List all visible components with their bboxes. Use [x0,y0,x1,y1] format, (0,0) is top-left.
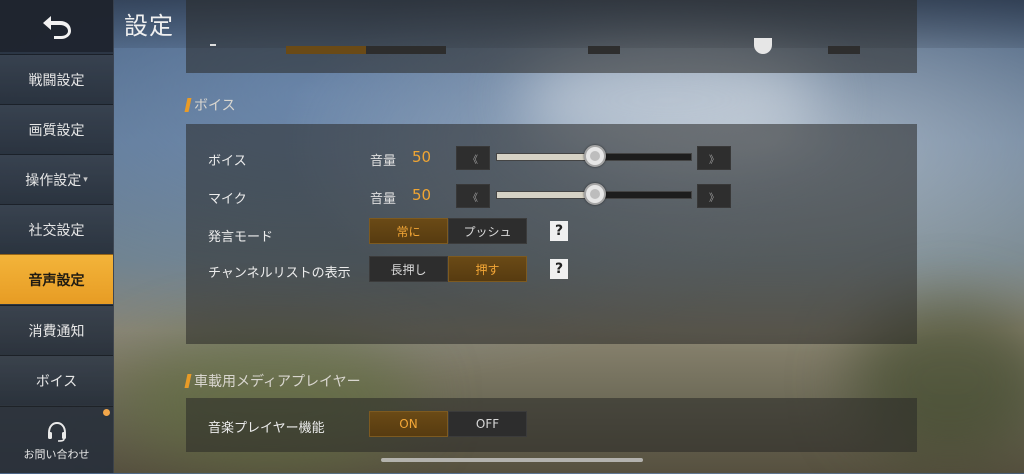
channel-list-press-option[interactable]: 押す [448,256,527,282]
notification-badge [103,409,110,416]
voice-increase-button[interactable]: 》 [697,146,731,170]
sidebar-item-label: 音声設定 [28,272,85,289]
mic-volume-label: 音量 [370,192,397,207]
sidebar-item-social[interactable]: 社交設定 [0,204,113,254]
speak-mode-label: 発言モード [208,230,274,245]
voice-label: ボイス [208,154,247,169]
section-marker [184,374,192,388]
channel-list-long-press-option[interactable]: 長押し [369,256,448,282]
mic-decrease-button[interactable]: 《 [456,184,490,208]
chevron-left-icon: 《 [468,154,478,166]
section-title-voice: ボイス [184,95,236,115]
speak-mode-always-option[interactable]: 常に [369,218,448,244]
mic-increase-button[interactable]: 》 [697,184,731,208]
contact-button[interactable]: お問い合わせ [0,406,113,474]
speak-mode-toggle: 常に プッシュ [369,218,527,244]
back-arrow-icon [42,16,71,39]
mic-label: マイク [208,192,247,207]
music-player-on-option[interactable]: ON [369,411,448,437]
help-icon[interactable]: ? [550,221,568,241]
chevron-right-icon: 》 [709,154,719,166]
sidebar-item-voice[interactable]: ボイス [0,355,113,405]
mic-slider-thumb[interactable] [584,183,606,205]
channel-list-label: チャンネルリストの表示 [208,266,351,281]
sidebar-item-label: 社交設定 [28,222,85,239]
channel-list-toggle: 長押し 押す [369,256,527,282]
section-marker [184,98,192,112]
chevron-right-icon: 》 [709,192,719,204]
back-button[interactable] [0,0,113,52]
music-player-off-option[interactable]: OFF [448,411,527,437]
music-player-toggle: ON OFF [369,411,527,437]
voice-decrease-button[interactable]: 《 [456,146,490,170]
section-title-text: 車載用メディアプレイヤー [194,374,361,390]
chevron-down-icon: ▾ [83,174,88,185]
help-icon[interactable]: ? [550,259,568,279]
scroll-indicator[interactable] [381,458,643,462]
voice-volume-label: 音量 [370,154,397,169]
sidebar-item-label: 画質設定 [28,122,85,139]
sidebar-item-graphics[interactable]: 画質設定 [0,104,113,154]
chevron-left-icon: 《 [468,192,478,204]
speak-mode-push-option[interactable]: プッシュ [448,218,527,244]
contact-label: お問い合わせ [23,447,90,461]
mic-slider-fill [497,192,594,198]
section-title-text: ボイス [194,98,236,114]
previous-settings-panel [186,0,917,73]
headset-icon [47,421,66,442]
cut-off-segment-on [286,46,366,54]
sidebar-item-purchase-notice[interactable]: 消費通知 [0,305,113,355]
sidebar-item-label: ボイス [35,373,78,390]
sidebar-item-battle[interactable]: 戦闘設定 [0,54,113,104]
sidebar-item-label: 消費通知 [28,323,85,340]
voice-volume-value: 50 [412,148,432,166]
sidebar-item-controls[interactable]: 操作設定 ▾ [0,154,113,204]
music-player-label: 音楽プレイヤー機能 [208,421,325,436]
voice-slider-fill [497,154,594,160]
sidebar-item-audio[interactable]: 音声設定 [0,254,113,304]
sidebar-item-label: 戦闘設定 [28,72,85,89]
voice-slider-thumb[interactable] [584,145,606,167]
cut-off-button [828,46,860,54]
sidebar: 戦闘設定 画質設定 操作設定 ▾ 社交設定 音声設定 消費通知 ボイス お問い合… [0,0,114,473]
cut-off-slider-thumb [754,38,772,54]
section-title-media: 車載用メディアプレイヤー [184,371,361,391]
cut-off-label [210,44,216,46]
cut-off-button [588,46,620,54]
sidebar-item-label: 操作設定 [25,172,82,189]
cut-off-segment-off [366,46,446,54]
mic-volume-value: 50 [412,186,432,204]
page-title: 設定 [124,12,174,40]
